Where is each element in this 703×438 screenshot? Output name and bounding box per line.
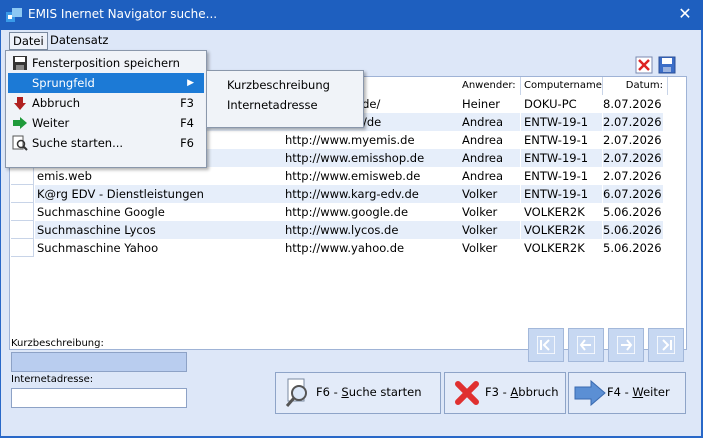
cell-name: Suchmaschine Yahoo (35, 239, 283, 257)
cell-datum: 2.07.2026 (603, 131, 663, 149)
arrow-right-icon (617, 336, 635, 354)
menu-item-weiter[interactable]: Weiter F4 (8, 113, 204, 133)
cancel-x-icon (455, 381, 479, 405)
first-record-button[interactable] (528, 328, 564, 362)
previous-record-button[interactable] (568, 328, 604, 362)
next-record-button[interactable] (608, 328, 644, 362)
menu-bar: Datei Datensatz (1, 30, 701, 50)
cell-url: http://www.emisshop.de (283, 149, 461, 167)
cell-anwender: Andrea (459, 149, 520, 167)
magnifier-icon (285, 378, 307, 407)
weiter-button[interactable]: F4 - Weiter (568, 372, 686, 414)
delete-record-icon[interactable] (635, 56, 653, 74)
cell-anwender: Volker (459, 203, 520, 221)
cell-computername: VOLKER2K (521, 221, 602, 239)
client-area: Datei Datensatz Anwender: Computername D… (1, 30, 701, 436)
abbruch-button[interactable]: F3 - Abbruch (444, 372, 566, 414)
menu-datei[interactable]: Datei (9, 32, 48, 50)
floppy-icon (13, 56, 27, 70)
cell-anwender: Andrea (459, 167, 520, 185)
cell-computername: ENTW-19-1 (521, 113, 602, 131)
cell-anwender: Andrea (459, 113, 520, 131)
row-selector[interactable] (11, 185, 34, 203)
submenu-item-internetadresse[interactable]: Internetadresse (227, 95, 318, 115)
window-title: EMIS Inernet Navigator suche... (28, 7, 218, 21)
table-row[interactable]: Suchmaschine Lycos http://www.lycos.de Vol… (11, 221, 663, 239)
cell-name: K@rg EDV - Dienstleistungen (35, 185, 283, 203)
row-selector[interactable] (11, 203, 34, 221)
cell-name: Suchmaschine Lycos (35, 221, 283, 239)
cell-datum: 5.06.2026 (603, 221, 663, 239)
kurzbeschreibung-label: Kurzbeschreibung: (11, 338, 104, 349)
cell-datum: 2.07.2026 (603, 113, 663, 131)
last-record-button[interactable] (648, 328, 684, 362)
header-anwender[interactable]: Anwender: (459, 77, 521, 95)
table-row[interactable]: Suchmaschine Yahoo http://www.yahoo.de Vol… (11, 239, 663, 257)
cell-anwender: Volker (459, 239, 520, 257)
arrow-left-icon (577, 336, 595, 354)
cell-computername: VOLKER2K (521, 203, 602, 221)
search-start-label: F6 - Suche starten (316, 385, 422, 399)
cell-anwender: Heiner (459, 95, 520, 113)
cell-computername: DOKU-PC (521, 95, 602, 113)
cell-url: http://www.yahoo.de (283, 239, 461, 257)
row-selector[interactable] (11, 239, 34, 257)
app-window: EMIS Inernet Navigator suche... ✕ Datei … (0, 0, 703, 438)
menu-datensatz[interactable]: Datensatz (47, 32, 111, 48)
abbruch-label: F3 - Abbruch (485, 385, 559, 399)
app-icon (6, 8, 22, 22)
cell-computername: ENTW-19-1 (521, 185, 602, 203)
internetadresse-input[interactable] (11, 388, 187, 408)
table-row[interactable]: emis.web http://www.emisweb.de Andrea ENTW-… (11, 167, 663, 185)
cell-datum: 2.07.2026 (603, 149, 663, 167)
cell-anwender: Volker (459, 221, 520, 239)
cell-computername: ENTW-19-1 (521, 149, 602, 167)
cell-datum: 5.06.2026 (603, 239, 663, 257)
cell-computername: ENTW-19-1 (521, 131, 602, 149)
menu-item-suche-starten[interactable]: Suche starten... F6 (8, 133, 204, 153)
cell-url: http://www.karg-edv.de (283, 185, 461, 203)
cell-url: http://www.google.de (283, 203, 461, 221)
table-row[interactable]: K@rg EDV - Dienstleistungen http://www.ka… (11, 185, 663, 203)
cell-computername: ENTW-19-1 (521, 167, 602, 185)
cell-datum: 5.06.2026 (603, 203, 663, 221)
cell-datum: 6.07.2026 (603, 185, 663, 203)
cell-url: http://www.lycos.de (283, 221, 461, 239)
cell-url: http://www.emisweb.de (283, 167, 461, 185)
save-icon[interactable] (658, 56, 676, 74)
cell-datum: 8.07.2026 (603, 95, 663, 113)
internetadresse-label: Internetadresse: (11, 374, 94, 385)
search-document-icon (12, 135, 28, 151)
close-icon[interactable]: ✕ (675, 4, 695, 23)
search-start-button[interactable]: F6 - Suche starten (275, 372, 441, 414)
table-row[interactable]: Suchmaschine Google http://www.google.de V… (11, 203, 663, 221)
header-datum[interactable]: Datum: (603, 77, 668, 95)
arrow-right-icon (13, 117, 27, 129)
submenu-arrow-icon: ▶ (187, 78, 194, 88)
menu-item-fensterposition[interactable]: Fensterposition speichern (8, 53, 204, 73)
cell-computername: VOLKER2K (521, 239, 602, 257)
submenu-item-kurzbeschreibung[interactable]: Kurzbeschreibung (227, 75, 330, 95)
kurzbeschreibung-input[interactable] (11, 352, 187, 372)
last-icon (657, 336, 675, 354)
datei-dropdown-menu: Fensterposition speichern Sprungfeld ▶ A… (5, 50, 207, 168)
arrow-down-icon (14, 97, 26, 110)
menu-item-abbruch[interactable]: Abbruch F3 (8, 93, 204, 113)
cell-name: emis.web (35, 167, 283, 185)
row-selector[interactable] (11, 167, 34, 185)
cell-anwender: Volker (459, 185, 520, 203)
sprungfeld-submenu: Kurzbeschreibung Internetadresse (206, 70, 364, 128)
header-computername[interactable]: Computername (521, 77, 603, 95)
arrow-right-big-icon (574, 379, 606, 407)
menu-item-sprungfeld[interactable]: Sprungfeld ▶ (8, 73, 204, 93)
weiter-label: F4 - Weiter (607, 385, 670, 399)
first-icon (537, 336, 555, 354)
cell-url: http://www.myemis.de (283, 131, 461, 149)
row-selector[interactable] (11, 221, 34, 239)
cell-anwender: Andrea (459, 131, 520, 149)
cell-name: Suchmaschine Google (35, 203, 283, 221)
title-bar: EMIS Inernet Navigator suche... ✕ (0, 0, 703, 30)
cell-datum: 2.07.2026 (603, 167, 663, 185)
